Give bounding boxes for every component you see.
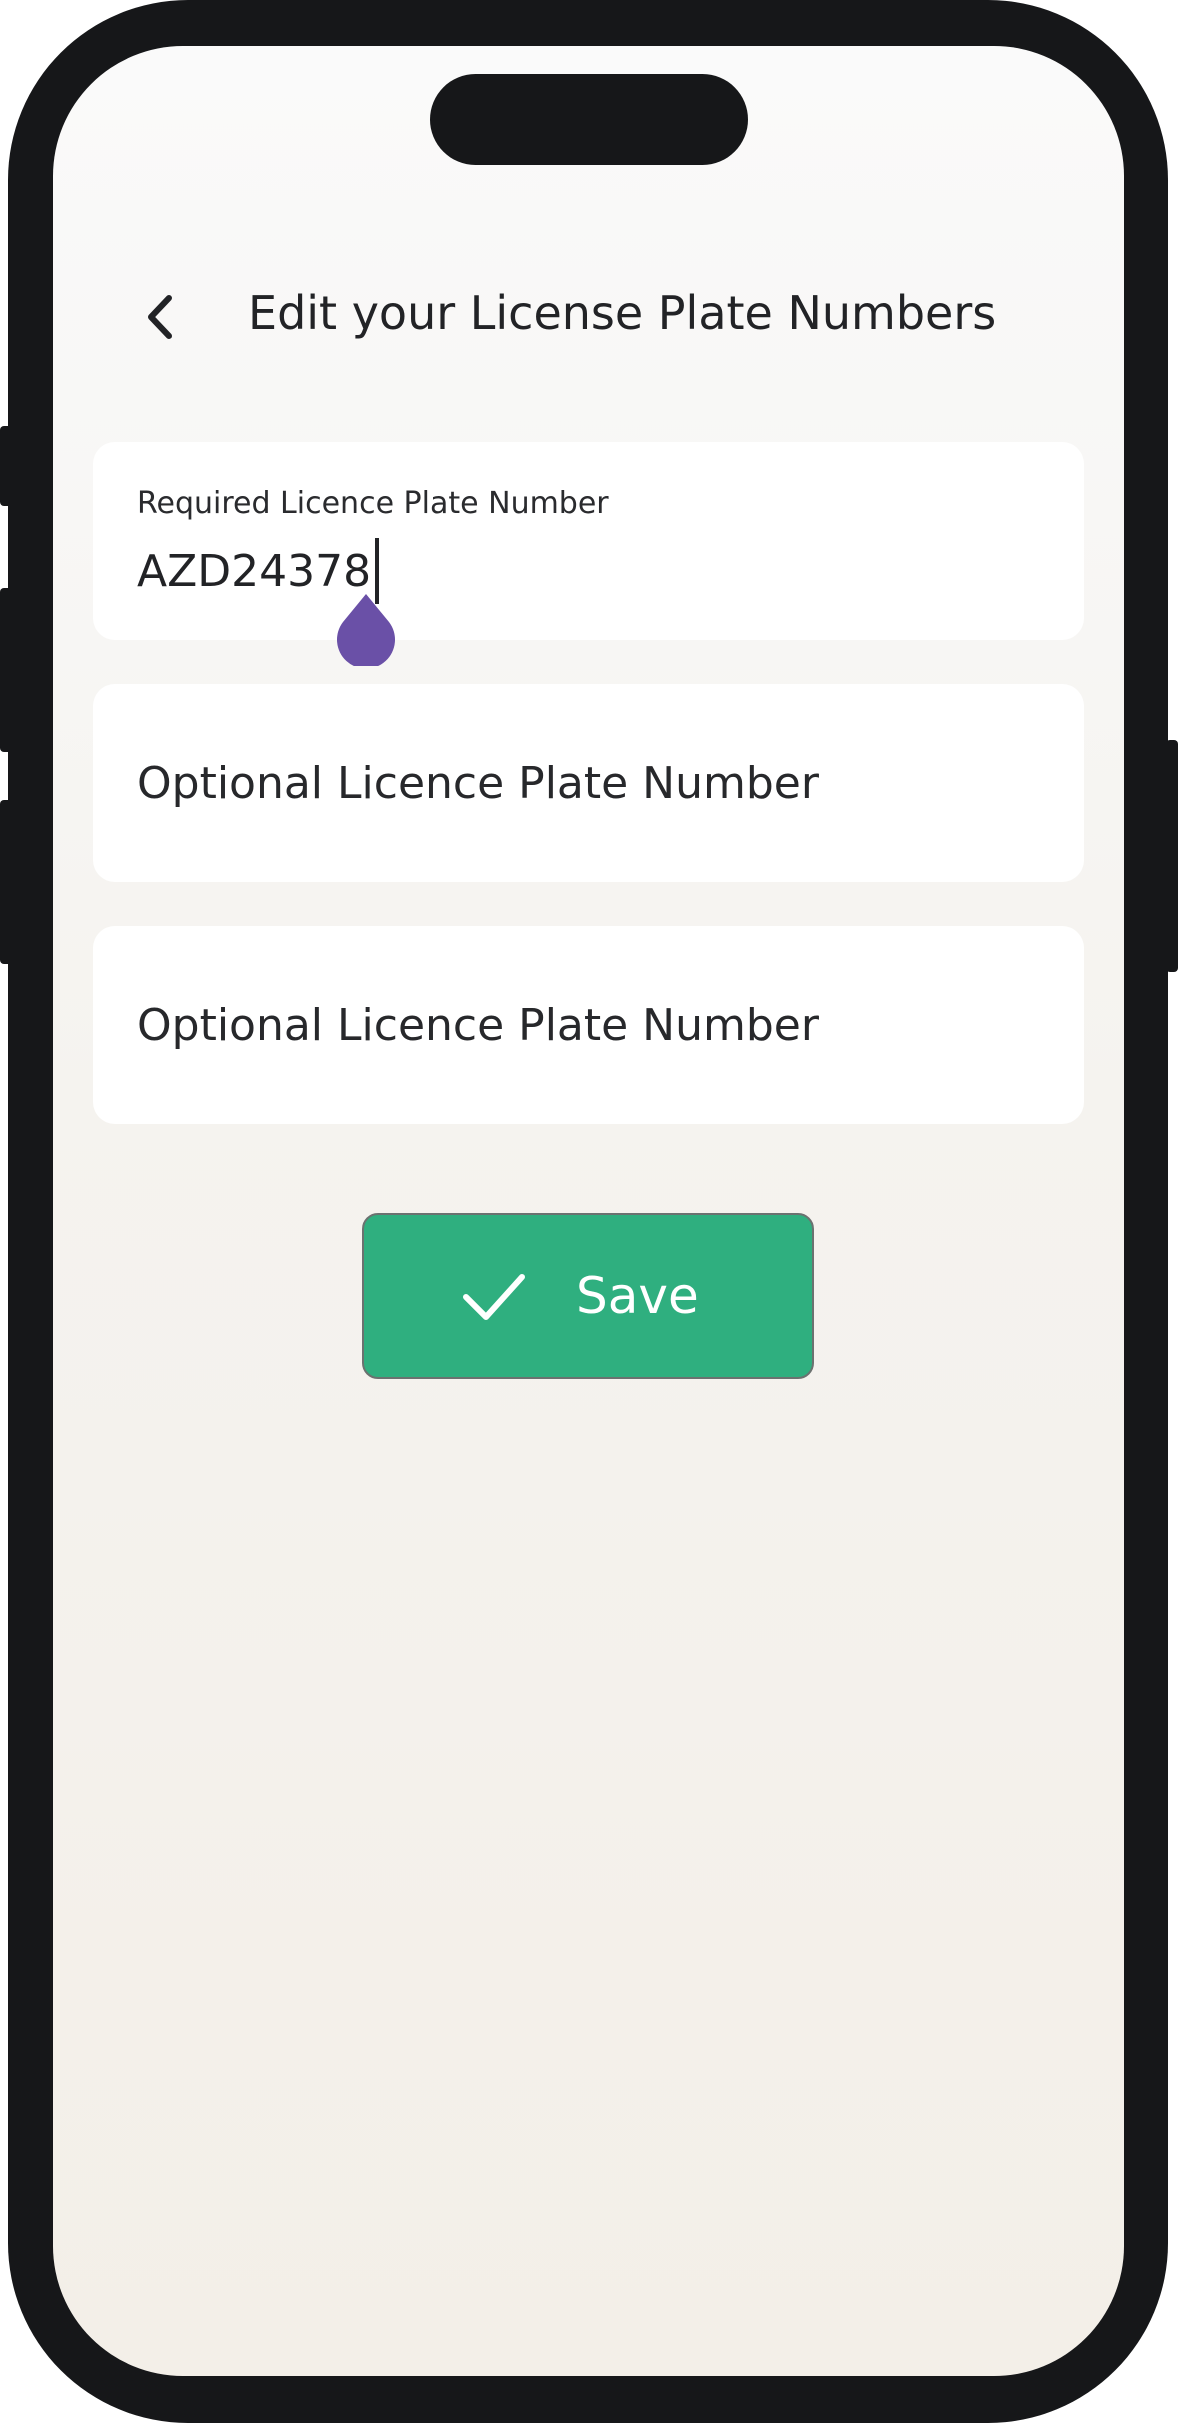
page-title: Edit your License Plate Numbers	[248, 286, 997, 340]
back-button[interactable]	[133, 290, 187, 344]
chevron-left-icon	[148, 295, 172, 339]
optional-plate-placeholder-2: Optional Licence Plate Number	[137, 1000, 819, 1051]
required-plate-value: AZD24378	[137, 545, 372, 597]
optional-plate-placeholder-1: Optional Licence Plate Number	[137, 758, 819, 809]
text-cursor-handle[interactable]	[335, 594, 397, 666]
phone-screen: Edit your License Plate Numbers Required…	[53, 46, 1124, 2376]
checkmark-icon	[463, 1274, 525, 1320]
device-mockup: Edit your License Plate Numbers Required…	[0, 0, 1178, 2423]
required-plate-field[interactable]: Required Licence Plate Number AZD24378	[93, 442, 1084, 640]
page-header: Edit your License Plate Numbers	[53, 266, 1124, 406]
optional-plate-field-2[interactable]: Optional Licence Plate Number	[93, 926, 1084, 1124]
save-button[interactable]: Save	[362, 1213, 814, 1379]
required-plate-label: Required Licence Plate Number	[137, 486, 609, 521]
save-button-label: Save	[576, 1267, 699, 1325]
optional-plate-field-1[interactable]: Optional Licence Plate Number	[93, 684, 1084, 882]
dynamic-island	[430, 74, 748, 165]
